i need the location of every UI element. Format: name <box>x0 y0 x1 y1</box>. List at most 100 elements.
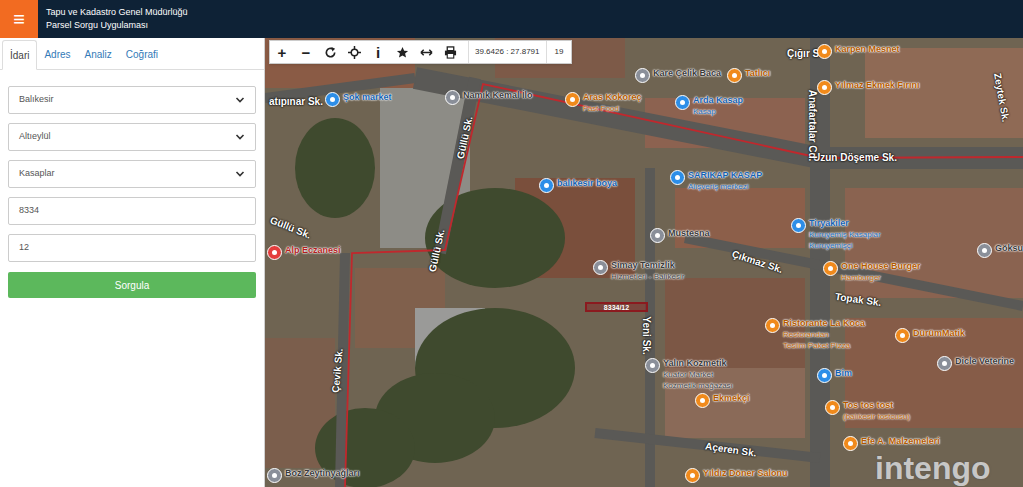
app-header: ≡Tapu ve Kadastro Genel MüdürlüğüParsel … <box>0 0 1023 38</box>
map-poi[interactable]: DürümMatik <box>895 328 965 343</box>
tab[interactable]: Analiz <box>78 39 119 69</box>
toolbar-button[interactable] <box>390 41 414 63</box>
map-poi[interactable]: Göksu <box>977 243 1023 258</box>
poi-marker-icon <box>267 245 282 260</box>
select-field[interactable]: Balıkesir <box>8 86 256 114</box>
map-poi[interactable]: Tos tos tost(balıkesir tostcusu) <box>825 400 910 422</box>
select-field[interactable]: Kasaplar <box>8 160 256 188</box>
map-poi[interactable]: Aras KokoreçFast Food <box>565 92 642 114</box>
street-label: atıpınar Sk. <box>269 94 323 109</box>
toolbar-button[interactable] <box>318 41 342 63</box>
map-poi[interactable]: Yılmaz Ekmek Fırını <box>817 80 920 95</box>
select-field[interactable]: Altıeylül <box>8 123 256 151</box>
poi-marker-icon <box>685 468 700 483</box>
map-poi[interactable]: Tatlıcı <box>727 68 770 83</box>
poi-label: Kare Çelik Baca <box>653 68 721 79</box>
poi-line: One House Burger <box>841 261 921 272</box>
street-label: Uzun Döşeme Sk. <box>813 150 897 165</box>
sorgula-button[interactable]: Sorgula <box>8 272 256 298</box>
marker-dot <box>272 250 277 255</box>
menu-button[interactable]: ≡ <box>0 0 38 38</box>
poi-line: Göksu <box>995 243 1023 254</box>
marker-dot <box>272 473 277 478</box>
poi-label: Mustesna <box>668 228 710 239</box>
map-poi[interactable]: Efe A. Malzemeleri <box>843 436 940 451</box>
map-poi[interactable]: Ristorante La KocaRestorandanTeslim Pake… <box>765 318 865 351</box>
map-poi[interactable]: Dicle Veterine <box>937 356 1014 371</box>
poi-line: Fast Food <box>583 103 642 114</box>
marker-dot <box>828 266 833 271</box>
map-poi[interactable]: Yalın KozmetikKuafor MarketKozmetik mağa… <box>645 358 733 391</box>
tab[interactable]: Coğrafi <box>119 39 165 69</box>
map-poi[interactable]: Şok market <box>325 92 392 107</box>
marker-dot <box>450 95 455 100</box>
marker-dot <box>982 248 987 253</box>
poi-label: SARIKAP KASAPAlışveriş merkezi <box>688 170 762 192</box>
poi-line: (balıkesir tostcusu) <box>843 411 910 422</box>
poi-line: Bim <box>835 368 852 379</box>
street-label: Yeni Sk. <box>639 316 654 354</box>
tab[interactable]: Adres <box>37 39 77 69</box>
marker-dot <box>830 405 835 410</box>
star-icon <box>396 46 409 59</box>
map-poi[interactable]: balıkesir boya <box>539 178 617 193</box>
poi-label: One House BurgerHamburger <box>841 261 921 283</box>
text-field[interactable]: 8334 <box>8 197 256 225</box>
map-poi[interactable]: Alp Eczanesi <box>267 245 341 260</box>
poi-marker-icon <box>791 218 806 233</box>
poi-line: Kozmetik mağazası <box>663 380 733 391</box>
marker-dot <box>598 265 603 270</box>
poi-label: Ekmekçi <box>713 393 750 404</box>
map-poi[interactable]: Arda KasapKasap <box>675 95 743 117</box>
tab[interactable]: İdari <box>2 40 37 70</box>
map-poi[interactable]: Kare Çelik Baca <box>635 68 721 83</box>
chevron-down-icon <box>235 132 245 142</box>
toolbar-button[interactable]: − <box>294 41 318 63</box>
selected-parcel[interactable]: 8334/12 <box>585 302 648 312</box>
marker-dot <box>640 73 645 78</box>
marker-dot <box>700 398 705 403</box>
map-poi[interactable]: Boz Zeytinyağları <box>267 468 360 483</box>
poi-line: Yılmaz Ekmek Fırını <box>835 80 920 91</box>
poi-marker-icon <box>565 92 580 107</box>
map-poi[interactable]: Mustesna <box>650 228 710 243</box>
map-poi[interactable]: SARIKAP KASAPAlışveriş merkezi <box>670 170 762 192</box>
map-poi[interactable]: Simay TemizlikHizmetleri - Balıkesir <box>593 260 684 282</box>
map[interactable]: 8334/12atıpınar Sk.Güllü Sk.Güllü Sk.Gül… <box>265 38 1023 487</box>
map-poi[interactable]: Karpen Mesnet <box>817 44 900 59</box>
map-poi[interactable]: Ekmekçi <box>695 393 750 408</box>
poi-marker-icon <box>843 436 858 451</box>
map-poi[interactable]: TiryakilerKuruyemiş KasaplarKuruyemişçi <box>791 218 881 251</box>
poi-line: Yalın Kozmetik <box>663 358 733 369</box>
text-field[interactable]: 12 <box>8 234 256 262</box>
map-poi[interactable]: One House BurgerHamburger <box>823 261 921 283</box>
poi-line: Kare Çelik Baca <box>653 68 721 79</box>
map-poi[interactable]: Namık Kemal İlo <box>445 90 533 105</box>
poi-line: Ekmekçi <box>713 393 750 404</box>
map-toolbar: +−i39.6426 : 27.879119 <box>269 40 572 64</box>
map-poi[interactable]: Yıldız Döner Salonu <box>685 468 788 483</box>
poi-line: Boz Zeytinyağları <box>285 468 360 479</box>
poi-label: Tatlıcı <box>745 68 770 79</box>
field-value: Altıeylül <box>19 130 51 144</box>
toolbar-button[interactable] <box>342 41 366 63</box>
poi-marker-icon <box>825 400 840 415</box>
poi-marker-icon <box>325 92 340 107</box>
poi-label: DürümMatik <box>913 328 965 339</box>
poi-label: Yıldız Döner Salonu <box>703 468 788 479</box>
poi-marker-icon <box>445 90 460 105</box>
marker-dot <box>650 363 655 368</box>
poi-line: Kuruyemişçi <box>809 240 881 251</box>
poi-label: Karpen Mesnet <box>835 44 900 55</box>
poi-line: Simay Temizlik <box>611 260 684 271</box>
toolbar-button[interactable]: + <box>270 41 294 63</box>
poi-label: Aras KokoreçFast Food <box>583 92 642 114</box>
toolbar-button[interactable]: i <box>366 41 390 63</box>
marker-dot <box>690 473 695 478</box>
poi-label: Simay TemizlikHizmetleri - Balıkesir <box>611 260 684 282</box>
map-poi[interactable]: Bim <box>817 368 852 383</box>
poi-line: Restorandan <box>783 329 865 340</box>
toolbar-button[interactable] <box>438 41 462 63</box>
poi-line: Şok market <box>343 92 392 103</box>
toolbar-button[interactable] <box>414 41 438 63</box>
